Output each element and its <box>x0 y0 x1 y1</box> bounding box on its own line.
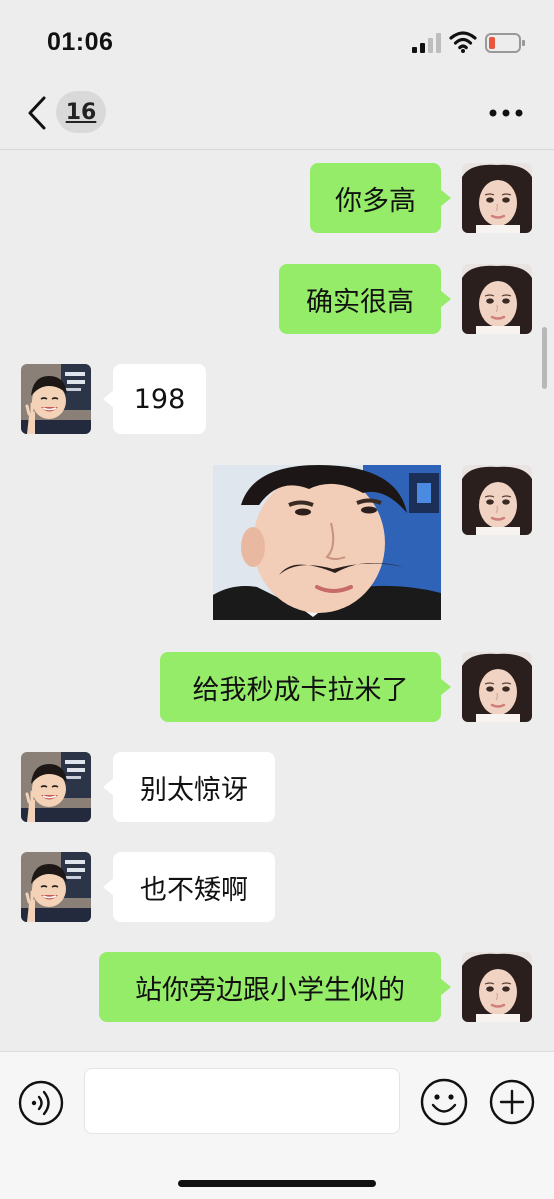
status-time: 01:06 <box>47 28 114 56</box>
chat-header: 16 <box>0 84 554 150</box>
more-options-icon[interactable] <box>488 108 524 118</box>
my-avatar[interactable] <box>462 264 532 334</box>
home-indicator[interactable] <box>178 1180 376 1187</box>
contact-avatar[interactable] <box>21 852 91 922</box>
message-text: 也不矮啊 <box>140 874 248 906</box>
my-message-bubble[interactable]: 给我秒成卡拉米了 <box>160 652 451 722</box>
message-text: 给我秒成卡拉米了 <box>192 674 409 706</box>
battery-low-icon <box>485 33 525 53</box>
contact-avatar[interactable] <box>21 752 91 822</box>
voice-input-icon[interactable] <box>18 1080 64 1126</box>
my-message-bubble[interactable]: 你多高 <box>310 163 451 233</box>
my-avatar[interactable] <box>462 652 532 722</box>
contact-message-bubble[interactable]: 别太惊讶 <box>103 752 275 822</box>
my-message-bubble[interactable]: 确实很高 <box>279 264 451 334</box>
contact-message-bubble[interactable]: 也不矮啊 <box>103 852 275 922</box>
wifi-icon <box>449 31 477 53</box>
my-avatar[interactable] <box>462 163 532 233</box>
plus-icon[interactable] <box>489 1079 535 1125</box>
message-text-input[interactable] <box>84 1068 400 1134</box>
status-bar: 01:06 <box>0 0 554 84</box>
message-input-bar <box>0 1051 554 1199</box>
chat-scrollbar[interactable] <box>542 327 547 389</box>
contact-avatar[interactable] <box>21 364 91 434</box>
message-text: 198 <box>133 383 186 415</box>
message-text: 站你旁边跟小学生似的 <box>135 974 405 1006</box>
emoji-icon[interactable] <box>420 1078 468 1126</box>
my-message-bubble[interactable]: 站你旁边跟小学生似的 <box>99 952 451 1022</box>
contact-message-bubble[interactable]: 198 <box>103 364 206 434</box>
my-avatar[interactable] <box>462 952 532 1022</box>
message-text: 别太惊讶 <box>140 774 248 806</box>
back-arrow-icon[interactable] <box>22 94 54 132</box>
cellular-signal-icon <box>412 33 441 53</box>
my-avatar[interactable] <box>462 465 532 535</box>
message-text: 确实很高 <box>306 286 414 318</box>
message-text: 你多高 <box>335 185 416 217</box>
image-message[interactable] <box>213 465 441 620</box>
unread-count-badge[interactable]: 16 <box>56 91 106 133</box>
